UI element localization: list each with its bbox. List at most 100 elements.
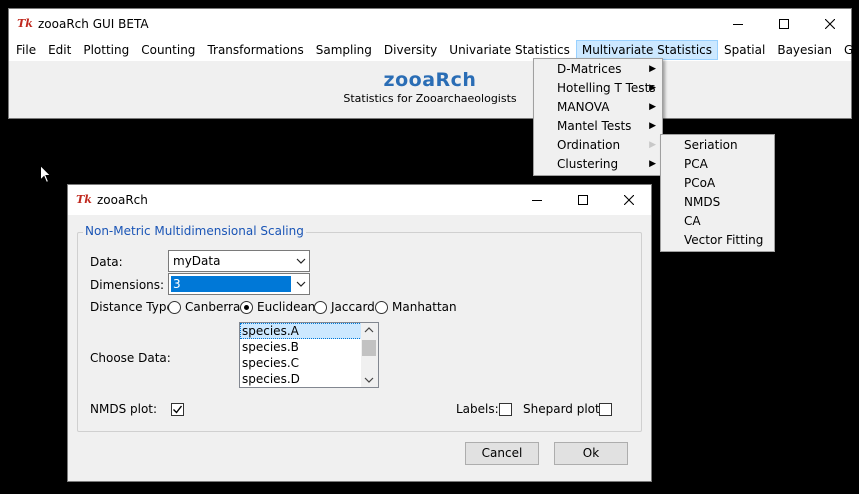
close-icon [825, 19, 835, 29]
menu-item-label: Ordination [557, 138, 621, 152]
menu-item-label: Hotelling T Tests [557, 81, 656, 95]
menu-item-nmds[interactable]: NMDS [661, 193, 774, 212]
maximize-button[interactable] [761, 9, 807, 39]
multivariate-menu: D-Matrices ▶ Hotelling T Tests ▶ MANOVA … [533, 58, 663, 176]
checkmark-icon [173, 405, 183, 414]
data-combobox-value: myData [173, 254, 221, 268]
radio-label: Canberra [185, 300, 241, 314]
nmds-plot-label: NMDS plot: [90, 402, 158, 416]
menu-spatial[interactable]: Spatial [718, 40, 771, 60]
shepard-plot-label: Shepard plot: [523, 402, 604, 416]
labels-label: Labels: [456, 402, 499, 416]
menu-gmm[interactable]: GMM [838, 40, 859, 60]
mouse-cursor-icon [40, 165, 52, 184]
close-button[interactable] [807, 9, 853, 39]
dialog-title: zooaRch [97, 193, 148, 207]
listbox-scrollbar[interactable] [361, 323, 378, 387]
list-item[interactable]: species.C [240, 355, 378, 371]
cancel-button[interactable]: Cancel [465, 442, 539, 465]
minimize-icon [733, 24, 743, 25]
menu-item-d-matrices[interactable]: D-Matrices ▶ [534, 60, 662, 79]
main-title-bar[interactable]: Tk zooaRch GUI BETA [9, 9, 851, 39]
submenu-arrow-icon: ▶ [649, 121, 656, 131]
data-combobox[interactable]: myData [168, 250, 310, 272]
main-window-title: zooaRch GUI BETA [38, 17, 149, 31]
menu-item-label: MANOVA [557, 100, 610, 114]
scroll-down-icon[interactable] [364, 377, 374, 383]
menu-item-label: D-Matrices [557, 62, 622, 76]
menu-item-mantel-tests[interactable]: Mantel Tests ▶ [534, 117, 662, 136]
menu-item-label: Mantel Tests [557, 119, 632, 133]
radio-euclidean[interactable]: Euclidean [240, 300, 315, 314]
submenu-arrow-icon: ▶ [649, 83, 656, 93]
menu-univariate-statistics[interactable]: Univariate Statistics [443, 40, 576, 60]
menu-item-pcoa[interactable]: PCoA [661, 174, 774, 193]
menu-item-manova[interactable]: MANOVA ▶ [534, 98, 662, 117]
menu-bayesian[interactable]: Bayesian [771, 40, 838, 60]
list-item[interactable]: species.A [240, 323, 362, 339]
choose-data-listbox[interactable]: species.A species.B species.C species.D [239, 322, 379, 388]
menu-multivariate-statistics[interactable]: Multivariate Statistics [575, 40, 719, 60]
shepard-plot-checkbox[interactable] [599, 403, 612, 416]
menu-item-label: Clustering [557, 157, 619, 171]
radio-canberra[interactable]: Canberra [168, 300, 240, 314]
menu-bar: File Edit Plotting Counting Transformati… [9, 39, 859, 61]
minimize-button[interactable] [715, 9, 761, 39]
chevron-down-icon[interactable] [292, 251, 309, 271]
menu-edit[interactable]: Edit [42, 40, 77, 60]
submenu-arrow-icon: ▶ [649, 140, 656, 150]
menu-item-ordination[interactable]: Ordination ▶ [534, 136, 662, 155]
radio-label: Euclidean [257, 300, 316, 314]
menu-item-seriation[interactable]: Seriation [661, 136, 774, 155]
distance-type-label: Distance Type [90, 300, 174, 314]
app-subtitle: Statistics for Zooarchaeologists [343, 92, 517, 105]
scroll-up-icon[interactable] [364, 327, 374, 333]
radio-manhattan[interactable]: Manhattan [375, 300, 457, 314]
nmds-dialog: Tk zooaRch Non-Metric Multidimensional S… [67, 184, 652, 482]
dialog-minimize-button[interactable] [514, 185, 560, 215]
menu-sampling[interactable]: Sampling [310, 40, 378, 60]
close-icon [624, 195, 634, 205]
menu-item-clustering[interactable]: Clustering ▶ [534, 155, 662, 174]
menu-diversity[interactable]: Diversity [378, 40, 443, 60]
choose-data-label: Choose Data: [90, 351, 171, 365]
menu-file[interactable]: File [9, 40, 42, 60]
maximize-icon [578, 195, 588, 205]
radio-circle-icon [314, 300, 327, 314]
data-label: Data: [90, 255, 123, 269]
group-title: Non-Metric Multidimensional Scaling [83, 224, 306, 238]
list-item[interactable]: species.D [240, 371, 378, 387]
zooarch-logo: zooaRch [383, 69, 477, 91]
ordination-submenu: Seriation PCA PCoA NMDS CA Vector Fittin… [660, 134, 775, 252]
menu-item-hotelling[interactable]: Hotelling T Tests ▶ [534, 79, 662, 98]
nmds-plot-checkbox[interactable] [171, 403, 184, 416]
ok-button[interactable]: Ok [554, 442, 628, 465]
menu-counting[interactable]: Counting [135, 40, 201, 60]
submenu-arrow-icon: ▶ [649, 64, 656, 74]
radio-circle-icon [375, 300, 388, 314]
menu-transformations[interactable]: Transformations [201, 40, 309, 60]
menu-item-pca[interactable]: PCA [661, 155, 774, 174]
dimensions-label: Dimensions: [90, 278, 165, 292]
dimensions-combobox-value: 3 [171, 276, 291, 292]
radio-circle-selected-icon [240, 300, 253, 314]
labels-checkbox[interactable] [499, 403, 512, 416]
minimize-icon [532, 200, 542, 201]
dimensions-combobox[interactable]: 3 [168, 273, 310, 295]
menu-item-vector-fitting[interactable]: Vector Fitting [661, 231, 774, 250]
dialog-close-button[interactable] [606, 185, 652, 215]
scrollbar-thumb[interactable] [362, 340, 376, 356]
chevron-down-icon[interactable] [292, 274, 309, 294]
submenu-arrow-icon: ▶ [649, 159, 656, 169]
menu-plotting[interactable]: Plotting [77, 40, 135, 60]
dialog-maximize-button[interactable] [560, 185, 606, 215]
list-item[interactable]: species.B [240, 339, 378, 355]
main-window: Tk zooaRch GUI BETA File Edit Plotting C… [8, 8, 859, 119]
dialog-title-bar[interactable]: Tk zooaRch [68, 185, 651, 215]
tk-app-icon: Tk [17, 17, 33, 30]
radio-circle-icon [168, 300, 181, 314]
radio-jaccard[interactable]: Jaccard [314, 300, 375, 314]
radio-label: Jaccard [331, 300, 375, 314]
menu-item-ca[interactable]: CA [661, 212, 774, 231]
maximize-icon [779, 19, 789, 29]
